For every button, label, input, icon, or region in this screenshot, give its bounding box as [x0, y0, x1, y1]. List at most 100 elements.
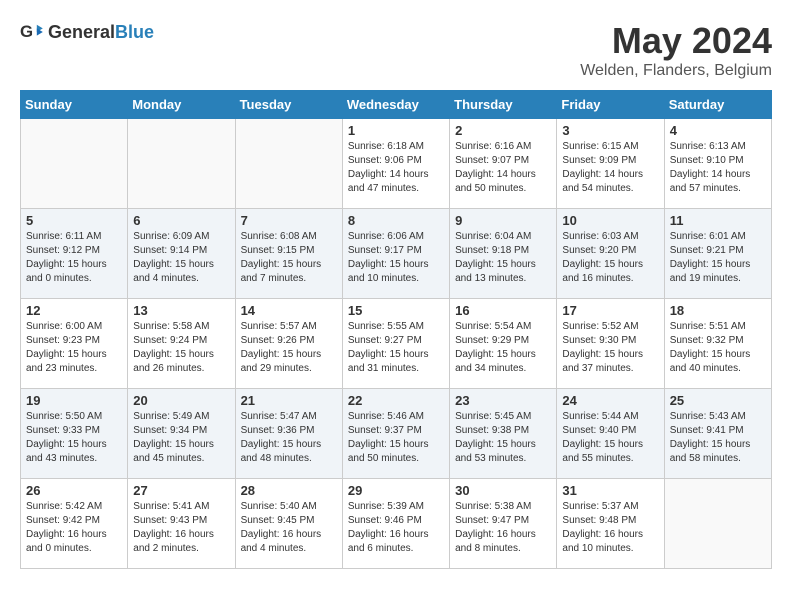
day-number: 10 [562, 213, 658, 228]
month-title: May 2024 [580, 20, 772, 62]
calendar-header-row: SundayMondayTuesdayWednesdayThursdayFrid… [21, 91, 772, 119]
day-info: Sunrise: 5:54 AMSunset: 9:29 PMDaylight:… [455, 320, 551, 376]
header-monday: Monday [128, 91, 235, 119]
calendar-week-row: 19 Sunrise: 5:50 AMSunset: 9:33 PMDayligh… [21, 389, 772, 479]
day-info: Sunrise: 5:47 AMSunset: 9:36 PMDaylight:… [241, 410, 337, 466]
day-number: 24 [562, 393, 658, 408]
calendar-cell [128, 119, 235, 209]
day-info: Sunrise: 5:57 AMSunset: 9:26 PMDaylight:… [241, 320, 337, 376]
day-number: 5 [26, 213, 122, 228]
day-info: Sunrise: 5:37 AMSunset: 9:48 PMDaylight:… [562, 500, 658, 556]
day-number: 12 [26, 303, 122, 318]
day-info: Sunrise: 6:16 AMSunset: 9:07 PMDaylight:… [455, 140, 551, 196]
calendar-cell: 10 Sunrise: 6:03 AMSunset: 9:20 PMDayligh… [557, 209, 664, 299]
calendar-cell: 9 Sunrise: 6:04 AMSunset: 9:18 PMDaylight… [450, 209, 557, 299]
calendar-cell: 21 Sunrise: 5:47 AMSunset: 9:36 PMDayligh… [235, 389, 342, 479]
day-info: Sunrise: 6:01 AMSunset: 9:21 PMDaylight:… [670, 230, 766, 286]
calendar-week-row: 5Sunrise: 6:11 AMSunset: 9:12 PMDaylight… [21, 209, 772, 299]
calendar-cell: 16 Sunrise: 5:54 AMSunset: 9:29 PMDayligh… [450, 299, 557, 389]
logo-icon: G [20, 20, 44, 44]
header-friday: Friday [557, 91, 664, 119]
calendar-week-row: 12 Sunrise: 6:00 AMSunset: 9:23 PMDayligh… [21, 299, 772, 389]
day-number: 1 [348, 123, 444, 138]
day-number: 16 [455, 303, 551, 318]
calendar-cell: 7 Sunrise: 6:08 AMSunset: 9:15 PMDaylight… [235, 209, 342, 299]
svg-text:G: G [20, 22, 33, 41]
calendar-cell: 23 Sunrise: 5:45 AMSunset: 9:38 PMDayligh… [450, 389, 557, 479]
calendar-cell: 14 Sunrise: 5:57 AMSunset: 9:26 PMDayligh… [235, 299, 342, 389]
calendar-cell [664, 479, 771, 569]
day-number: 2 [455, 123, 551, 138]
day-number: 19 [26, 393, 122, 408]
title-area: May 2024 Welden, Flanders, Belgium [580, 20, 772, 80]
day-info: Sunrise: 5:46 AMSunset: 9:37 PMDaylight:… [348, 410, 444, 466]
calendar-cell: 5Sunrise: 6:11 AMSunset: 9:12 PMDaylight… [21, 209, 128, 299]
day-number: 9 [455, 213, 551, 228]
day-info: Sunrise: 6:13 AMSunset: 9:10 PMDaylight:… [670, 140, 766, 196]
calendar-table: SundayMondayTuesdayWednesdayThursdayFrid… [20, 90, 772, 569]
calendar-cell: 31 Sunrise: 5:37 AMSunset: 9:48 PMDayligh… [557, 479, 664, 569]
day-info: Sunrise: 6:18 AMSunset: 9:06 PMDaylight:… [348, 140, 444, 196]
day-number: 23 [455, 393, 551, 408]
day-number: 15 [348, 303, 444, 318]
day-info: Sunrise: 6:08 AMSunset: 9:15 PMDaylight:… [241, 230, 337, 286]
day-info: Sunrise: 5:51 AMSunset: 9:32 PMDaylight:… [670, 320, 766, 376]
day-info: Sunrise: 6:00 AMSunset: 9:23 PMDaylight:… [26, 320, 122, 376]
calendar-cell: 15Sunrise: 5:55 AMSunset: 9:27 PMDayligh… [342, 299, 449, 389]
calendar-cell: 6Sunrise: 6:09 AMSunset: 9:14 PMDaylight… [128, 209, 235, 299]
calendar-cell [235, 119, 342, 209]
calendar-cell: 30Sunrise: 5:38 AMSunset: 9:47 PMDayligh… [450, 479, 557, 569]
day-number: 25 [670, 393, 766, 408]
day-number: 22 [348, 393, 444, 408]
header-wednesday: Wednesday [342, 91, 449, 119]
header-saturday: Saturday [664, 91, 771, 119]
day-info: Sunrise: 6:06 AMSunset: 9:17 PMDaylight:… [348, 230, 444, 286]
calendar-week-row: 1 Sunrise: 6:18 AMSunset: 9:06 PMDaylight… [21, 119, 772, 209]
location-title: Welden, Flanders, Belgium [580, 62, 772, 80]
day-number: 29 [348, 483, 444, 498]
day-number: 26 [26, 483, 122, 498]
calendar-cell: 4 Sunrise: 6:13 AMSunset: 9:10 PMDaylight… [664, 119, 771, 209]
calendar-cell: 18 Sunrise: 5:51 AMSunset: 9:32 PMDayligh… [664, 299, 771, 389]
day-number: 21 [241, 393, 337, 408]
calendar-cell: 25Sunrise: 5:43 AMSunset: 9:41 PMDayligh… [664, 389, 771, 479]
calendar-cell: 17 Sunrise: 5:52 AMSunset: 9:30 PMDayligh… [557, 299, 664, 389]
day-info: Sunrise: 6:03 AMSunset: 9:20 PMDaylight:… [562, 230, 658, 286]
day-info: Sunrise: 5:42 AMSunset: 9:42 PMDaylight:… [26, 500, 122, 556]
calendar-week-row: 26 Sunrise: 5:42 AMSunset: 9:42 PMDayligh… [21, 479, 772, 569]
day-number: 28 [241, 483, 337, 498]
logo: G GeneralBlue [20, 20, 154, 44]
day-info: Sunrise: 6:09 AMSunset: 9:14 PMDaylight:… [133, 230, 229, 286]
day-number: 13 [133, 303, 229, 318]
day-info: Sunrise: 5:49 AMSunset: 9:34 PMDaylight:… [133, 410, 229, 466]
calendar-cell: 22 Sunrise: 5:46 AMSunset: 9:37 PMDayligh… [342, 389, 449, 479]
day-number: 14 [241, 303, 337, 318]
page-header: G GeneralBlue May 2024 Welden, Flanders,… [20, 20, 772, 80]
day-number: 17 [562, 303, 658, 318]
header-sunday: Sunday [21, 91, 128, 119]
day-info: Sunrise: 5:45 AMSunset: 9:38 PMDaylight:… [455, 410, 551, 466]
day-info: Sunrise: 6:04 AMSunset: 9:18 PMDaylight:… [455, 230, 551, 286]
day-info: Sunrise: 5:52 AMSunset: 9:30 PMDaylight:… [562, 320, 658, 376]
day-number: 18 [670, 303, 766, 318]
calendar-cell: 2 Sunrise: 6:16 AMSunset: 9:07 PMDaylight… [450, 119, 557, 209]
logo-general: General [48, 22, 115, 42]
day-info: Sunrise: 5:38 AMSunset: 9:47 PMDaylight:… [455, 500, 551, 556]
calendar-cell: 1 Sunrise: 6:18 AMSunset: 9:06 PMDaylight… [342, 119, 449, 209]
calendar-cell: 26 Sunrise: 5:42 AMSunset: 9:42 PMDayligh… [21, 479, 128, 569]
day-info: Sunrise: 6:15 AMSunset: 9:09 PMDaylight:… [562, 140, 658, 196]
calendar-cell: 29Sunrise: 5:39 AMSunset: 9:46 PMDayligh… [342, 479, 449, 569]
day-number: 4 [670, 123, 766, 138]
day-number: 27 [133, 483, 229, 498]
calendar-cell: 24Sunrise: 5:44 AMSunset: 9:40 PMDayligh… [557, 389, 664, 479]
calendar-cell: 8 Sunrise: 6:06 AMSunset: 9:17 PMDaylight… [342, 209, 449, 299]
calendar-cell: 13 Sunrise: 5:58 AMSunset: 9:24 PMDayligh… [128, 299, 235, 389]
calendar-cell: 27Sunrise: 5:41 AMSunset: 9:43 PMDayligh… [128, 479, 235, 569]
day-number: 7 [241, 213, 337, 228]
day-number: 8 [348, 213, 444, 228]
day-info: Sunrise: 5:58 AMSunset: 9:24 PMDaylight:… [133, 320, 229, 376]
calendar-cell: 20Sunrise: 5:49 AMSunset: 9:34 PMDayligh… [128, 389, 235, 479]
day-info: Sunrise: 5:40 AMSunset: 9:45 PMDaylight:… [241, 500, 337, 556]
day-number: 31 [562, 483, 658, 498]
day-info: Sunrise: 5:50 AMSunset: 9:33 PMDaylight:… [26, 410, 122, 466]
